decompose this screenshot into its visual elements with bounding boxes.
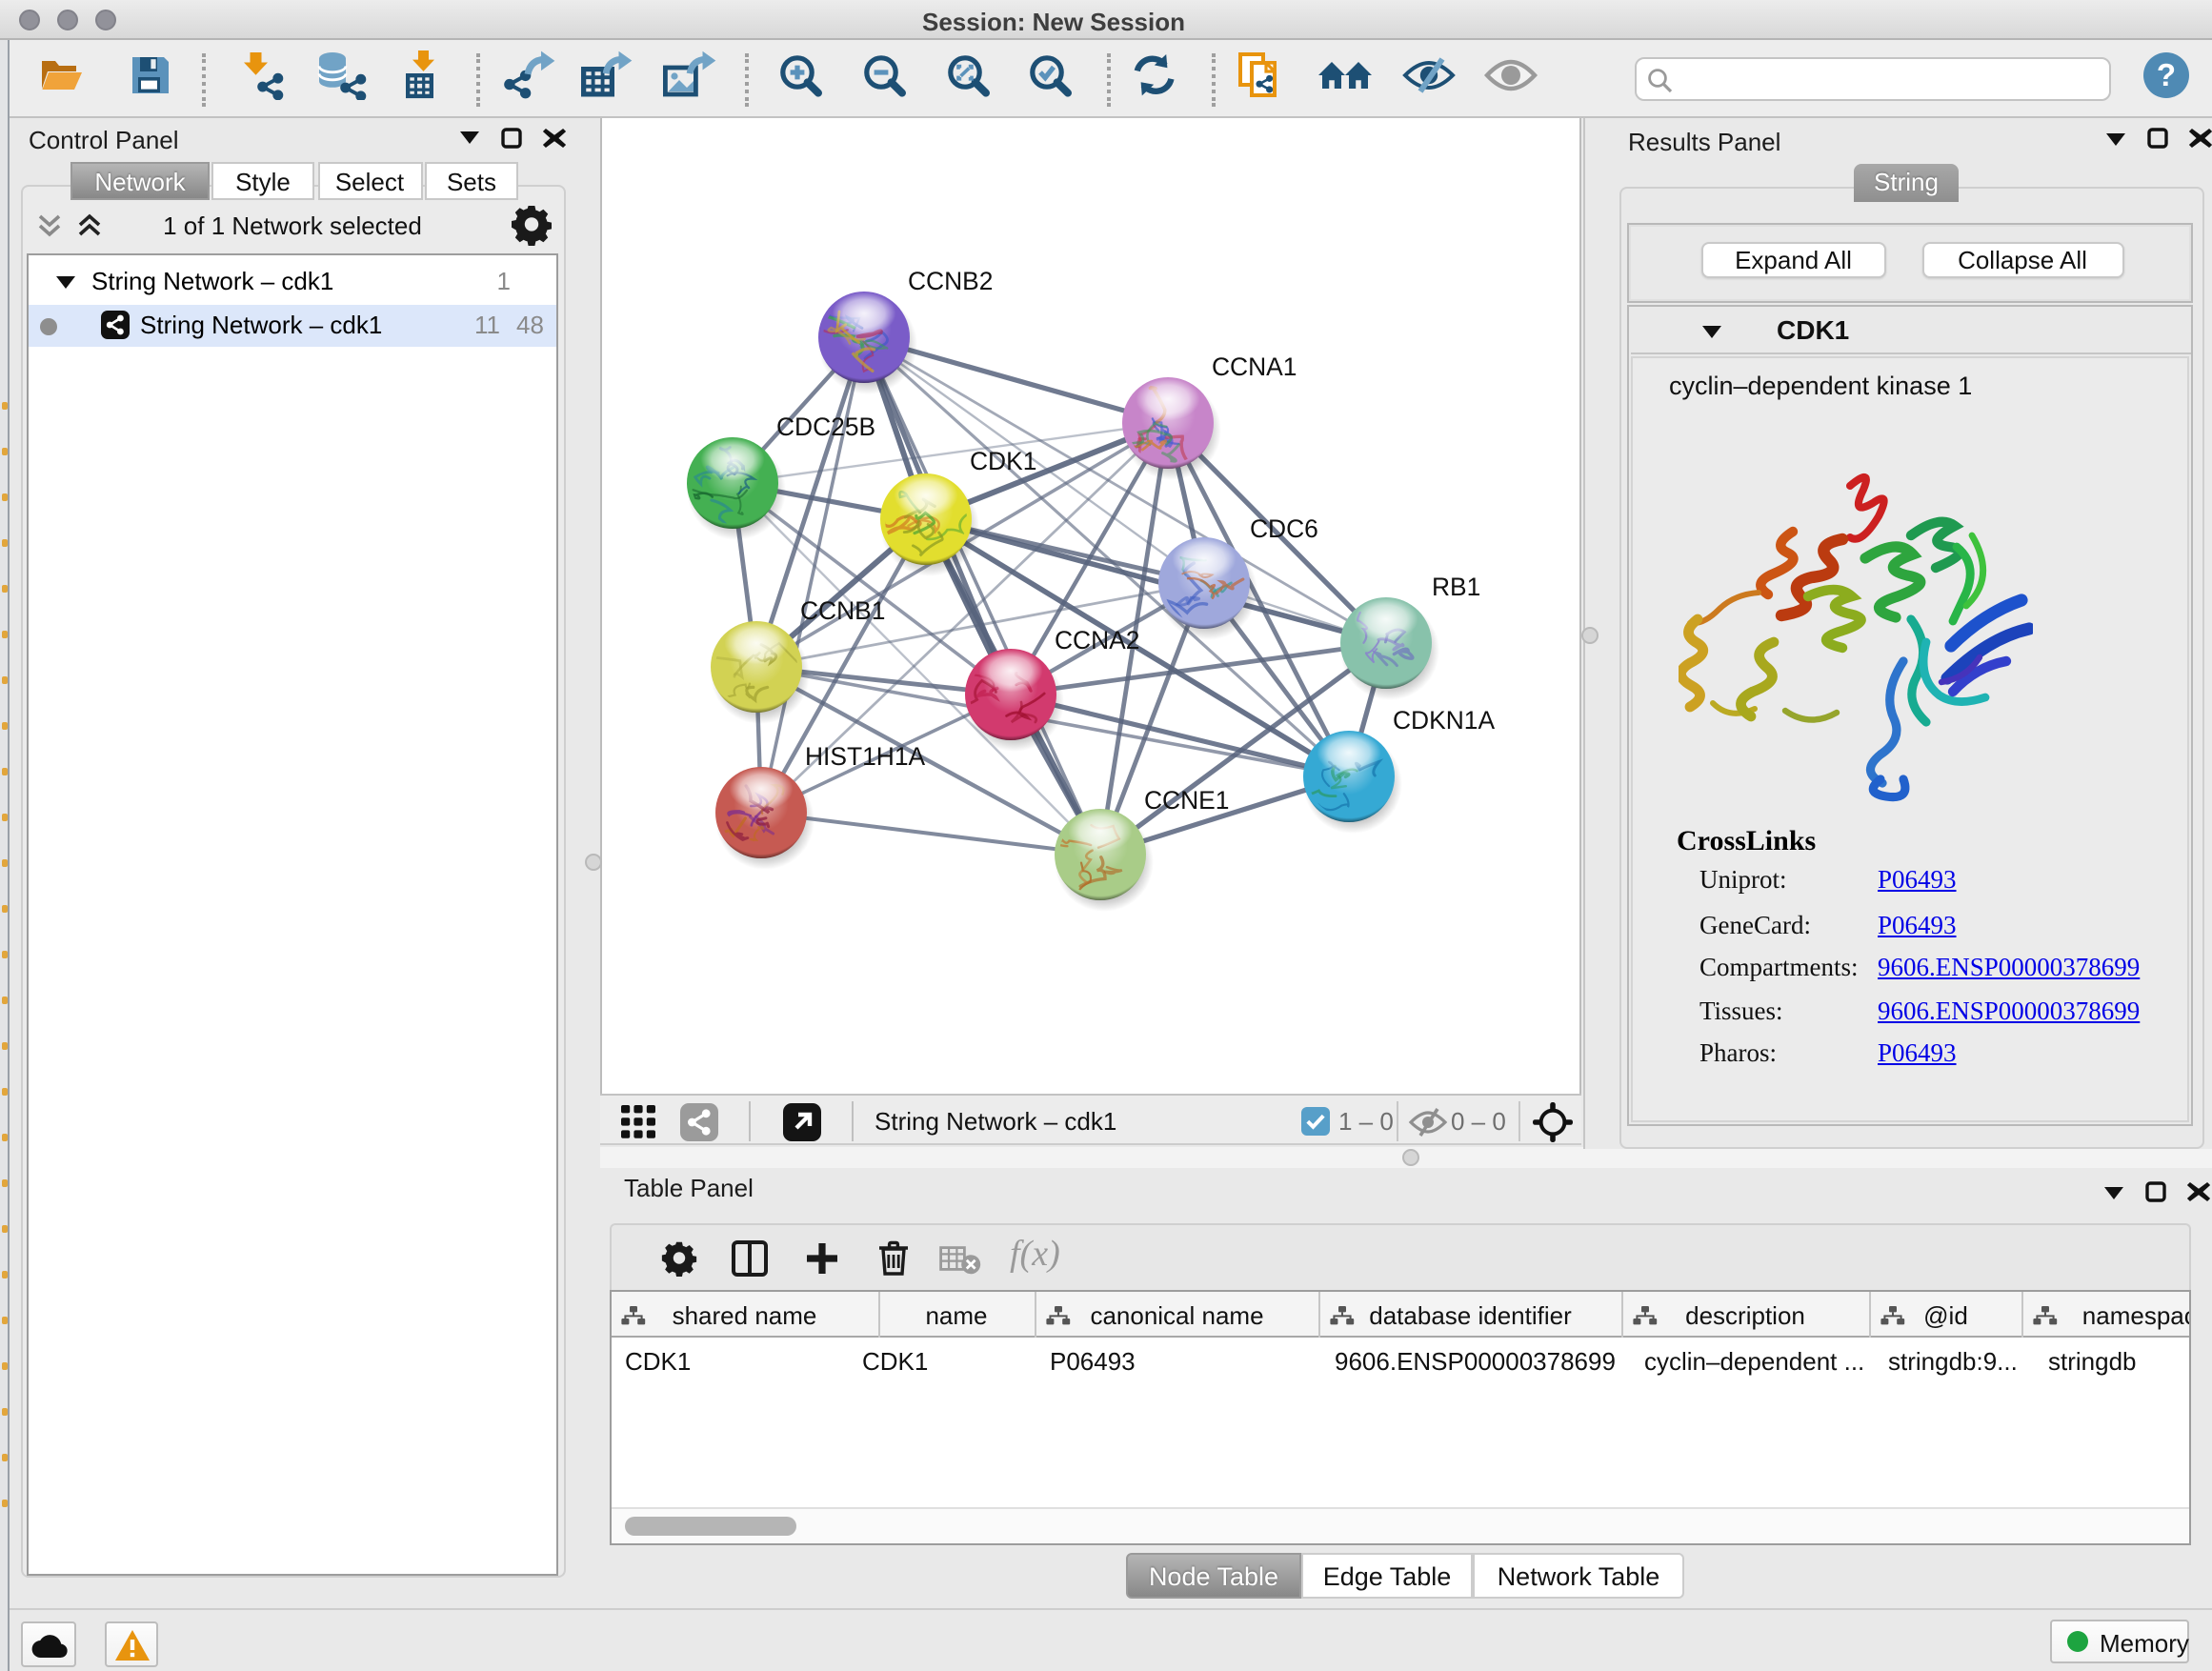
svg-text:CDC6: CDC6 <box>1249 514 1317 543</box>
svg-text:?: ? <box>2157 56 2176 91</box>
svg-text:CCNA2: CCNA2 <box>1054 626 1138 654</box>
svg-text:CDKN1A: CDKN1A <box>1392 706 1494 735</box>
svg-text:CCNB2: CCNB2 <box>907 267 992 295</box>
svg-text:CCNA1: CCNA1 <box>1211 352 1296 381</box>
svg-text:HIST1H1A: HIST1H1A <box>804 742 925 771</box>
svg-text:CCNB1: CCNB1 <box>799 596 884 625</box>
svg-text:CDK1: CDK1 <box>969 447 1036 475</box>
svg-text:CCNE1: CCNE1 <box>1143 786 1228 815</box>
svg-text:RB1: RB1 <box>1431 573 1479 601</box>
svg-text:CDC25B: CDC25B <box>775 413 875 441</box>
